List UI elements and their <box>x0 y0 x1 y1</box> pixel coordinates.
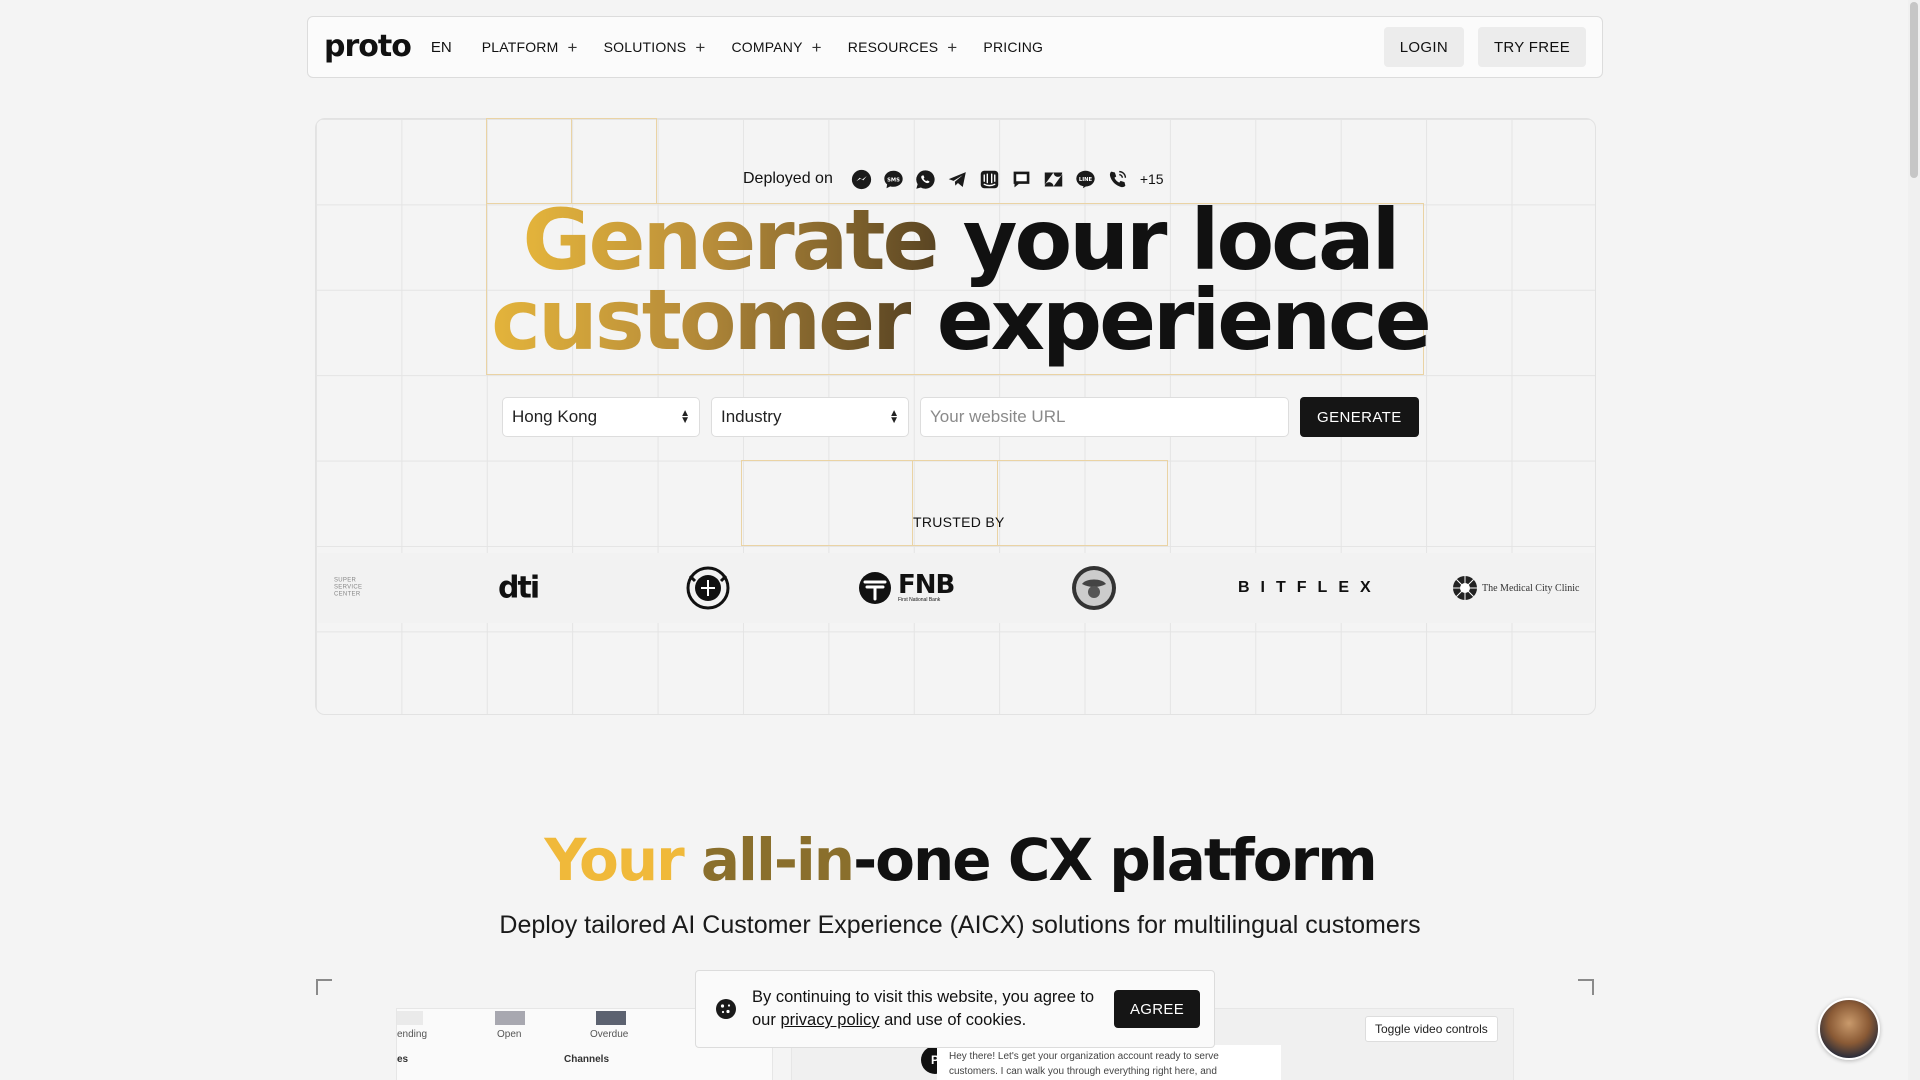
industry-select[interactable]: Industry ▲ ▼ <box>711 397 909 437</box>
nav-item-company[interactable]: COMPANY + <box>731 39 821 56</box>
bar-label: Overdue <box>590 1029 629 1040</box>
website-url-input[interactable] <box>920 397 1289 437</box>
fnb-logo-text: FNB <box>898 570 955 600</box>
title-part-1: Your <box>544 826 701 894</box>
nav-actions: LOGIN TRY FREE <box>1383 27 1586 67</box>
cookie-text-after: and use of cookies. <box>879 1011 1027 1029</box>
nav-item-pricing[interactable]: PRICING <box>983 39 1043 56</box>
deployed-on-row: Deployed on SMS LINE +15 <box>743 166 1164 192</box>
medical-city-logo: The Medical City Clinic <box>1452 575 1579 601</box>
cookie-message: By continuing to visit this website, you… <box>752 986 1102 1032</box>
title-part-2: all-in <box>700 826 855 894</box>
country-select[interactable]: Hong Kong ▲ ▼ <box>502 397 700 437</box>
row-label: es <box>397 1054 409 1065</box>
privacy-policy-link[interactable]: privacy policy <box>780 1011 879 1029</box>
plus-icon: + <box>695 37 706 57</box>
scrollbar-thumb[interactable] <box>1910 2 1918 178</box>
messenger-icon <box>850 168 873 191</box>
frame-corner-tl <box>316 979 332 995</box>
svg-text:SMS: SMS <box>887 177 900 183</box>
proto-logo[interactable]: proto <box>324 32 412 62</box>
hero-headline: Generate your local customer experience <box>486 198 1434 362</box>
telegram-icon <box>946 168 969 191</box>
intercom-icon <box>978 168 1001 191</box>
bitflex-logo: BITFLEX <box>1238 579 1382 596</box>
try-free-button[interactable]: TRY FREE <box>1477 27 1586 67</box>
trusted-by-label: TRUSTED BY <box>913 514 1005 530</box>
line-icon: LINE <box>1074 168 1097 191</box>
channels-label: Channels <box>564 1054 610 1065</box>
phone-icon <box>1106 168 1129 191</box>
chart-bar <box>596 1011 626 1025</box>
login-button[interactable]: LOGIN <box>1383 27 1464 67</box>
support-chat-avatar[interactable] <box>1818 998 1880 1060</box>
agree-button[interactable]: AGREE <box>1113 990 1200 1028</box>
medical-city-logo-text: The Medical City Clinic <box>1482 582 1580 594</box>
plus-icon: + <box>947 37 958 57</box>
nav-item-resources[interactable]: RESOURCES + <box>848 39 958 56</box>
cookie-icon <box>712 995 740 1023</box>
title-part-3: -one CX platform <box>853 826 1378 894</box>
fnb-logo: FNB First National Bank <box>858 570 955 605</box>
sms-icon: SMS <box>882 168 905 191</box>
generate-form: Hong Kong ▲▼ Industry ▲▼ GENERATE <box>502 397 1419 437</box>
industry-select-value: Industry <box>721 407 782 426</box>
deployed-on-label: Deployed on <box>743 170 833 187</box>
top-navbar: proto EN PLATFORM + SOLUTIONS + COMPANY … <box>307 16 1603 78</box>
chart-bar <box>495 1011 525 1025</box>
platform-section-title: Your all-in-one CX platform <box>0 826 1920 894</box>
select-arrows-icon: ▲ ▼ <box>680 408 690 426</box>
language-selector[interactable]: EN <box>431 39 452 56</box>
platform-section-subtitle: Deploy tailored AI Customer Experience (… <box>499 911 1421 939</box>
nav-item-label: PLATFORM <box>481 39 559 55</box>
fnb-logo-subtext: First National Bank <box>898 597 941 603</box>
country-select-value: Hong Kong <box>512 407 598 426</box>
generate-button[interactable]: GENERATE <box>1300 397 1419 437</box>
zendesk-icon <box>1042 168 1065 191</box>
more-channels-count: +15 <box>1139 171 1164 187</box>
nav-item-platform[interactable]: PLATFORM + <box>482 39 578 56</box>
trusted-logos-strip: SUPER SERVICE CENTER dti FNB First Natio… <box>318 553 1594 623</box>
chart-bar <box>397 1011 423 1025</box>
chat-icon <box>1010 168 1033 191</box>
frame-corner-tr <box>1578 979 1594 995</box>
headline-highlight-2: customer <box>491 271 913 369</box>
svg-text:LINE: LINE <box>1079 176 1093 182</box>
super-service-center-logo: SUPER SERVICE CENTER <box>334 577 363 598</box>
plus-icon: + <box>567 37 578 57</box>
seal-logo <box>683 564 733 612</box>
nav-item-label: SOLUTIONS <box>603 39 687 55</box>
nav-item-solutions[interactable]: SOLUTIONS + <box>604 39 706 56</box>
toggle-video-controls-button[interactable]: Toggle video controls <box>1365 1016 1498 1042</box>
plus-icon: + <box>811 37 822 57</box>
nav-item-label: PRICING <box>983 39 1044 55</box>
grid-highlight <box>912 460 998 546</box>
nav-item-label: COMPANY <box>731 39 803 55</box>
bar-label: Open <box>497 1029 522 1040</box>
bar-label: ending <box>397 1029 428 1040</box>
nav-item-label: RESOURCES <box>847 39 939 55</box>
dti-logo: dti <box>498 570 540 606</box>
emblem-logo <box>1070 564 1118 612</box>
main-nav: PLATFORM + SOLUTIONS + COMPANY + RESOURC… <box>482 39 1043 56</box>
page-scrollbar[interactable] <box>1908 0 1920 1080</box>
cookie-banner: By continuing to visit this website, you… <box>695 970 1215 1048</box>
headline-rest-2: experience <box>910 271 1432 369</box>
select-arrows-icon: ▲ ▼ <box>889 408 899 426</box>
chat-message: Hey there! Let's get your organization a… <box>937 1045 1281 1080</box>
whatsapp-icon <box>914 168 937 191</box>
